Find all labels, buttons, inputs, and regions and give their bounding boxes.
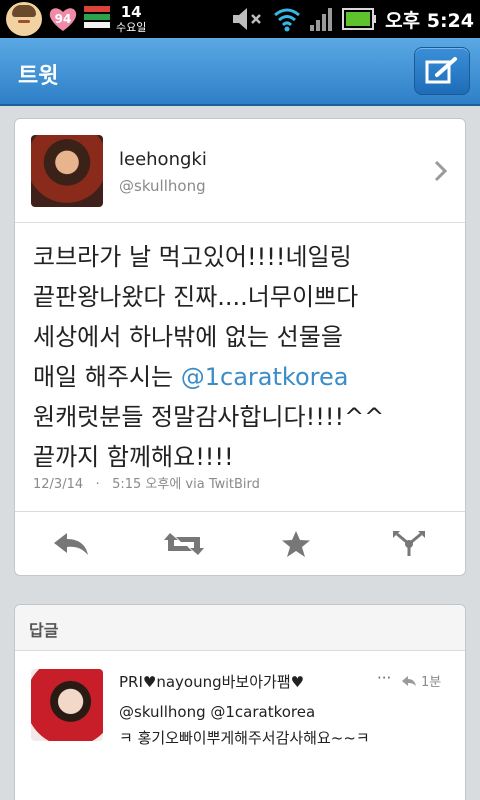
reply-text: @skullhong @1caratkorea ㅋ 홍기오빠이뿌게해주서감사해요… [119,703,370,747]
retweet-icon [163,532,204,555]
replies-card: 답글 PRI♥nayoung바보아가팸♥ ··· 1분 @skullhong @… [14,604,466,800]
retweet-button[interactable] [128,512,241,575]
heart-badge-icon: 94 [48,5,78,33]
battery-icon [342,8,377,30]
favorite-button[interactable] [240,512,353,575]
signal-icon [310,8,333,31]
more-button[interactable] [353,512,466,575]
status-time: 오후 5:24 [385,9,474,32]
replies-header: 답글 [15,605,465,651]
status-date: 14 수요일 [116,3,147,34]
reply-user: PRI♥nayoung바보아가팸♥ [119,673,305,691]
page-title: 트윗 [18,64,59,89]
tweet-card: leehongki @skullhong 코브라가 날 먹고있어!!!!네일링 … [14,118,466,576]
reply-time: 1분 [401,671,441,690]
chevron-right-icon [434,160,448,182]
reply-icon [54,532,89,555]
reply-arrow-icon [402,675,416,686]
avatar[interactable] [31,135,103,207]
wifi-icon [274,8,301,32]
reply-button[interactable] [15,512,128,575]
notification-bars-icon [84,6,110,32]
compose-button[interactable] [414,47,470,95]
tweet-date: 12/3/14 [33,477,84,492]
favorite-icon [282,530,311,557]
tweet-author-row[interactable]: leehongki @skullhong [15,119,465,223]
tweet-text: 코브라가 날 먹고있어!!!!네일링 끝판왕나왔다 진짜....너무이쁘다 세상… [33,243,385,471]
tweet-time-source: 5:15 오후에 via TwitBird [112,477,260,492]
mention-link[interactable]: @1caratkorea [181,363,349,391]
user-handle: @skullhong [119,177,206,195]
tweet-meta: 12/3/14 · 5:15 오후에 via TwitBird [33,477,260,492]
mute-icon [233,8,262,30]
title-bar: 트윗 [0,38,480,106]
replies-title: 답글 [29,621,59,640]
user-name: leehongki [119,149,207,170]
tweet-actions [15,511,465,575]
status-bar: 94 14 수요일 오후 5:24 [0,0,480,38]
reply-more-button[interactable]: ··· [377,669,391,687]
compose-icon [425,57,457,84]
badge-count: 94 [54,12,72,26]
avatar[interactable] [31,669,103,741]
more-icon [392,530,425,556]
app-avatar-icon [6,2,42,36]
